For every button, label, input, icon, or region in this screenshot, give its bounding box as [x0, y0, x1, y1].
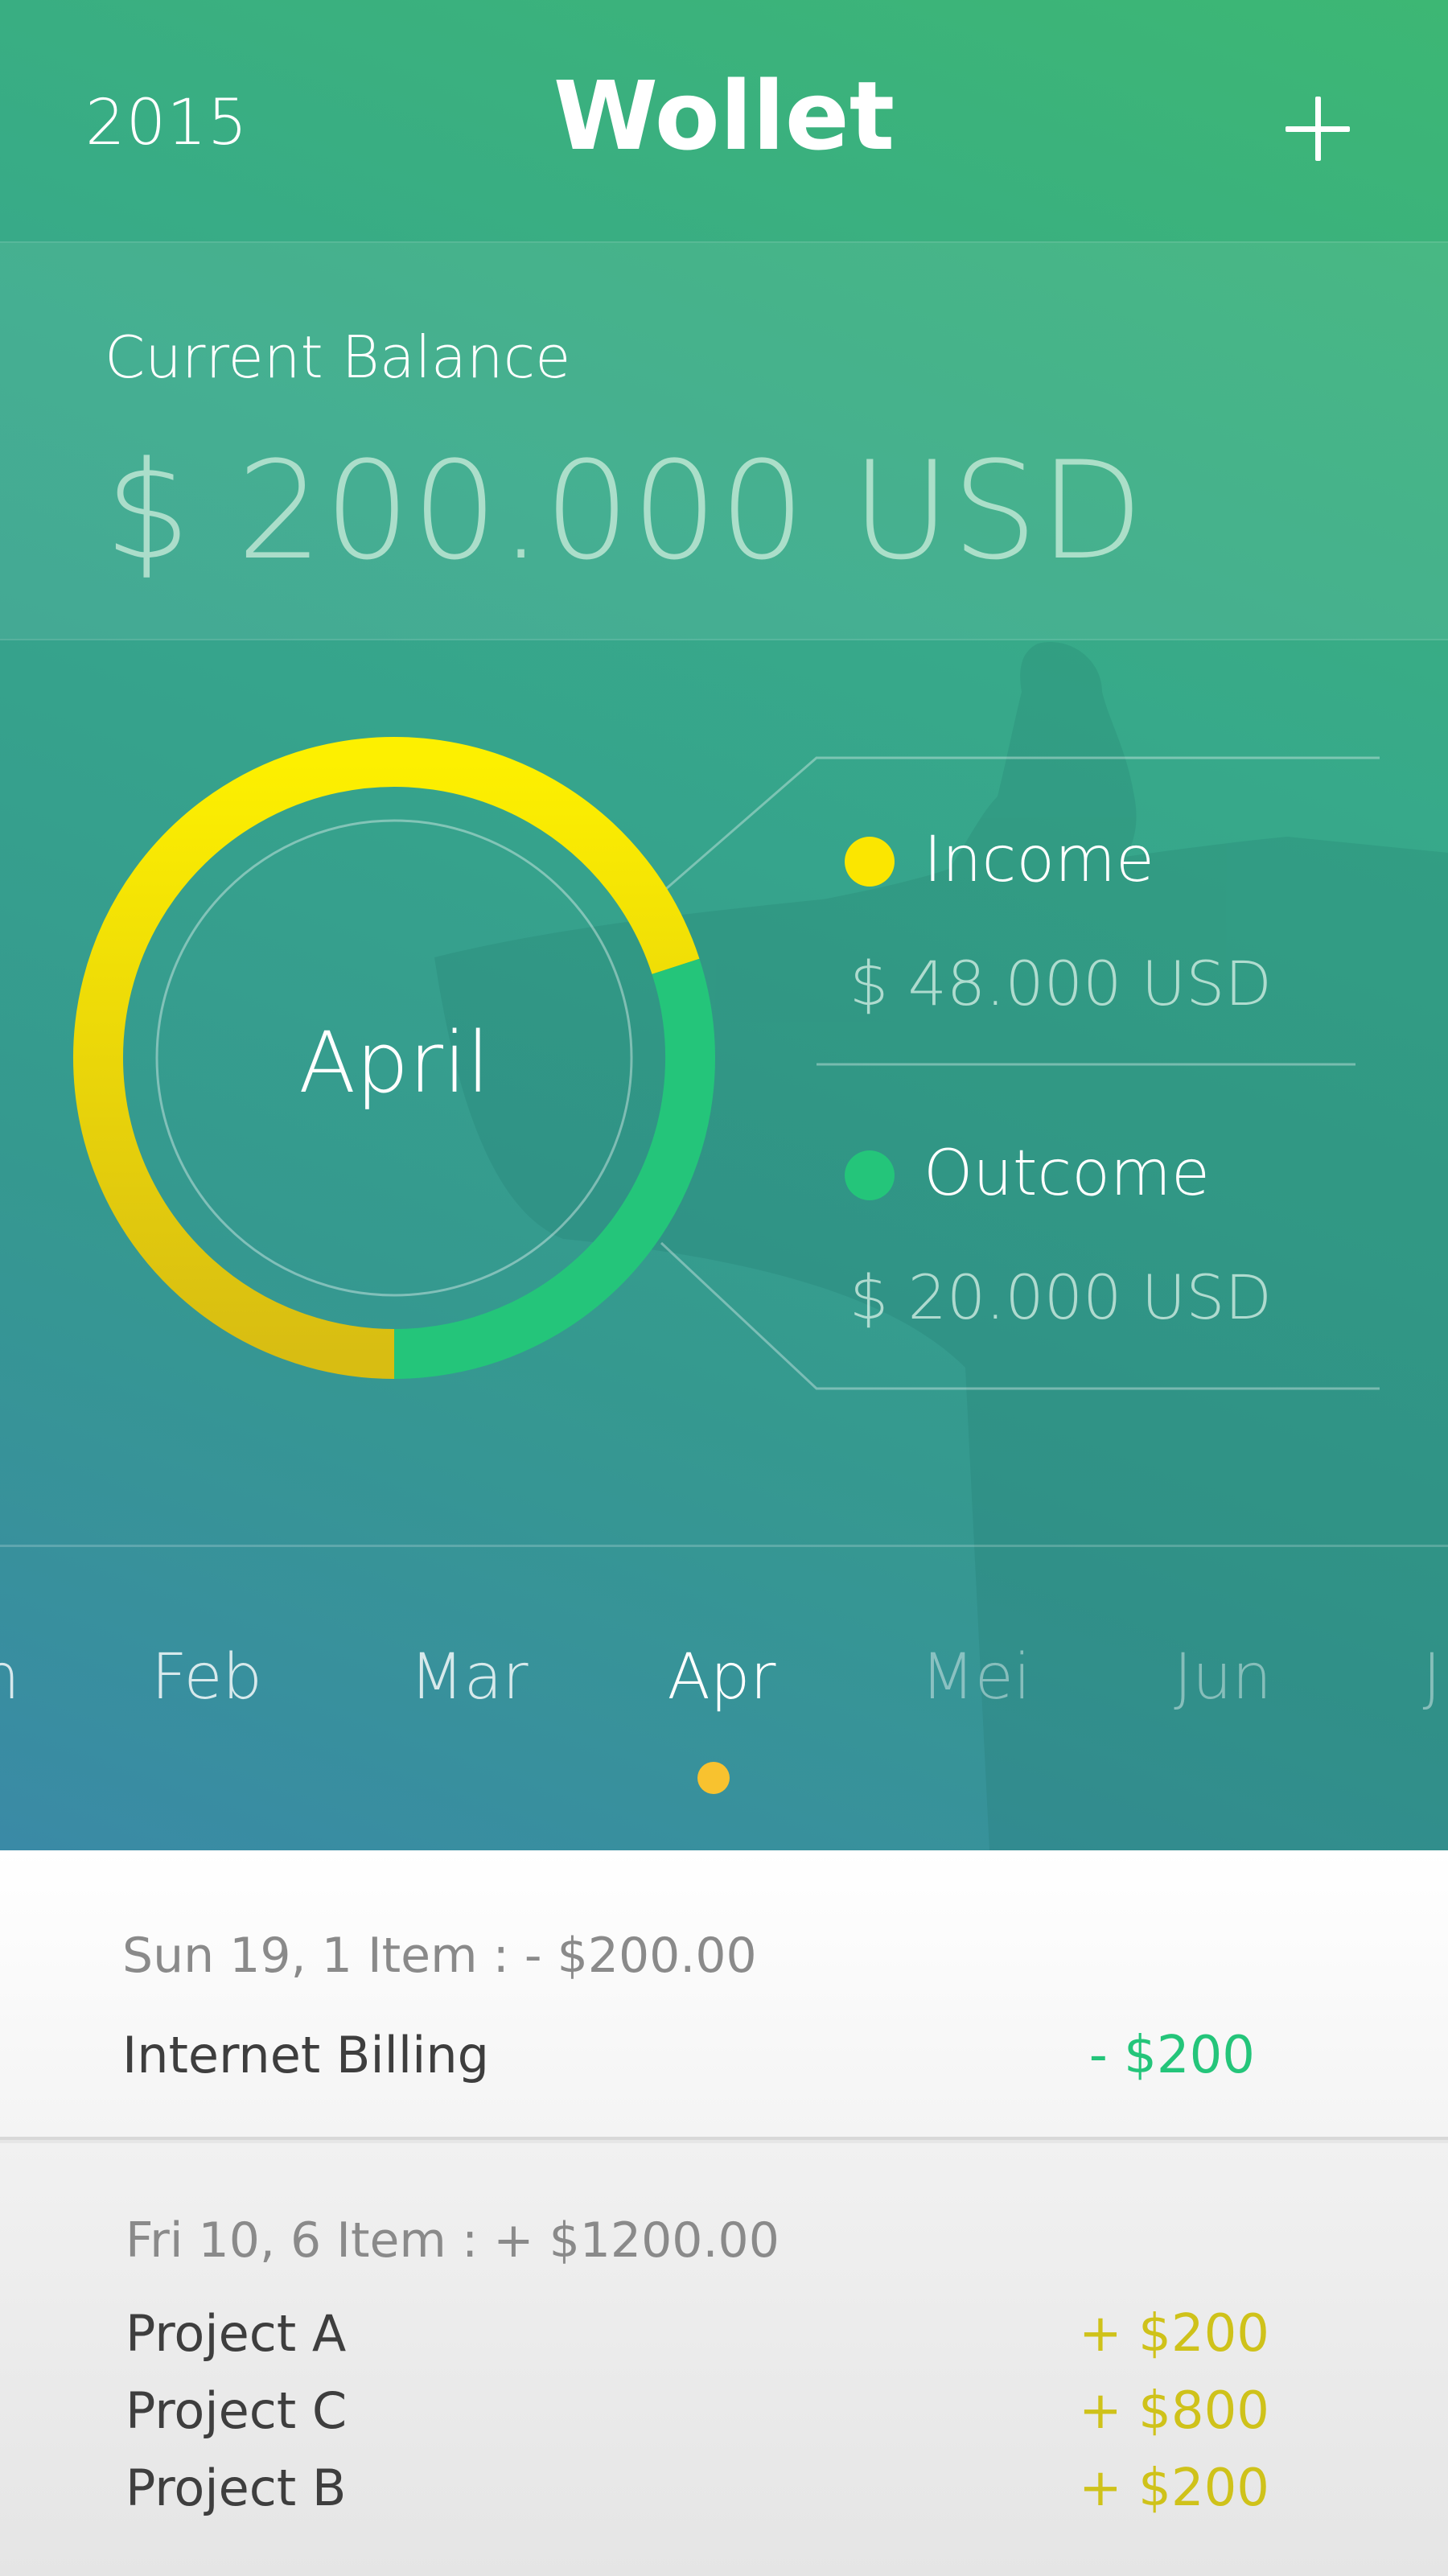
transaction-group: Fri 10, 6 Item : + $1200.00 Project A + … [0, 2143, 1448, 2576]
add-button[interactable] [1277, 88, 1358, 169]
overview-panel: 2015 Wollet Current Balance $ 200.000 US… [0, 0, 1448, 1850]
month-tab[interactable]: J [1335, 1641, 1448, 1714]
top-bar: 2015 Wollet [0, 0, 1448, 241]
transaction-name: Internet Billing [122, 2026, 489, 2084]
transaction-amount: + $800 [1079, 2381, 1269, 2441]
balance-card: Current Balance $ 200.000 USD [0, 241, 1448, 640]
outcome-label: Outcome [924, 1138, 1210, 1210]
month-tab[interactable]: Feb [110, 1641, 303, 1714]
income-dot-icon [845, 837, 895, 887]
month-tab-selected[interactable]: Apr [625, 1641, 818, 1714]
transaction-group-header: Fri 10, 6 Item : + $1200.00 [125, 2212, 780, 2269]
income-label: Income [924, 824, 1155, 896]
transaction-name: Project A [125, 2304, 347, 2363]
month-tab[interactable]: Mei [879, 1641, 1072, 1714]
transaction-group: Sun 19, 1 Item : - $200.00 Internet Bill… [0, 1850, 1448, 2140]
month-tab[interactable]: Mar [372, 1641, 566, 1714]
transaction-amount: + $200 [1079, 2459, 1269, 2518]
transaction-amount: + $200 [1079, 2304, 1269, 2364]
transaction-name: Project C [125, 2381, 348, 2440]
divider [0, 1545, 1448, 1547]
donut-month-label: April [298, 1014, 490, 1112]
outcome-dot-icon [845, 1150, 895, 1200]
transaction-name: Project B [125, 2459, 347, 2517]
transaction-amount: - $200 [1088, 2026, 1255, 2085]
selected-month-indicator [697, 1762, 730, 1794]
outcome-amount: $ 20.000 USD [849, 1261, 1272, 1333]
transaction-group-header: Sun 19, 1 Item : - $200.00 [122, 1928, 757, 1984]
income-amount: $ 48.000 USD [849, 948, 1272, 1019]
balance-label: Current Balance [105, 323, 571, 391]
app-title: Wollet [553, 60, 895, 171]
month-tab[interactable]: n [0, 1641, 97, 1714]
month-tab[interactable]: Jun [1126, 1641, 1319, 1714]
balance-value: $ 200.000 USD [105, 432, 1146, 590]
